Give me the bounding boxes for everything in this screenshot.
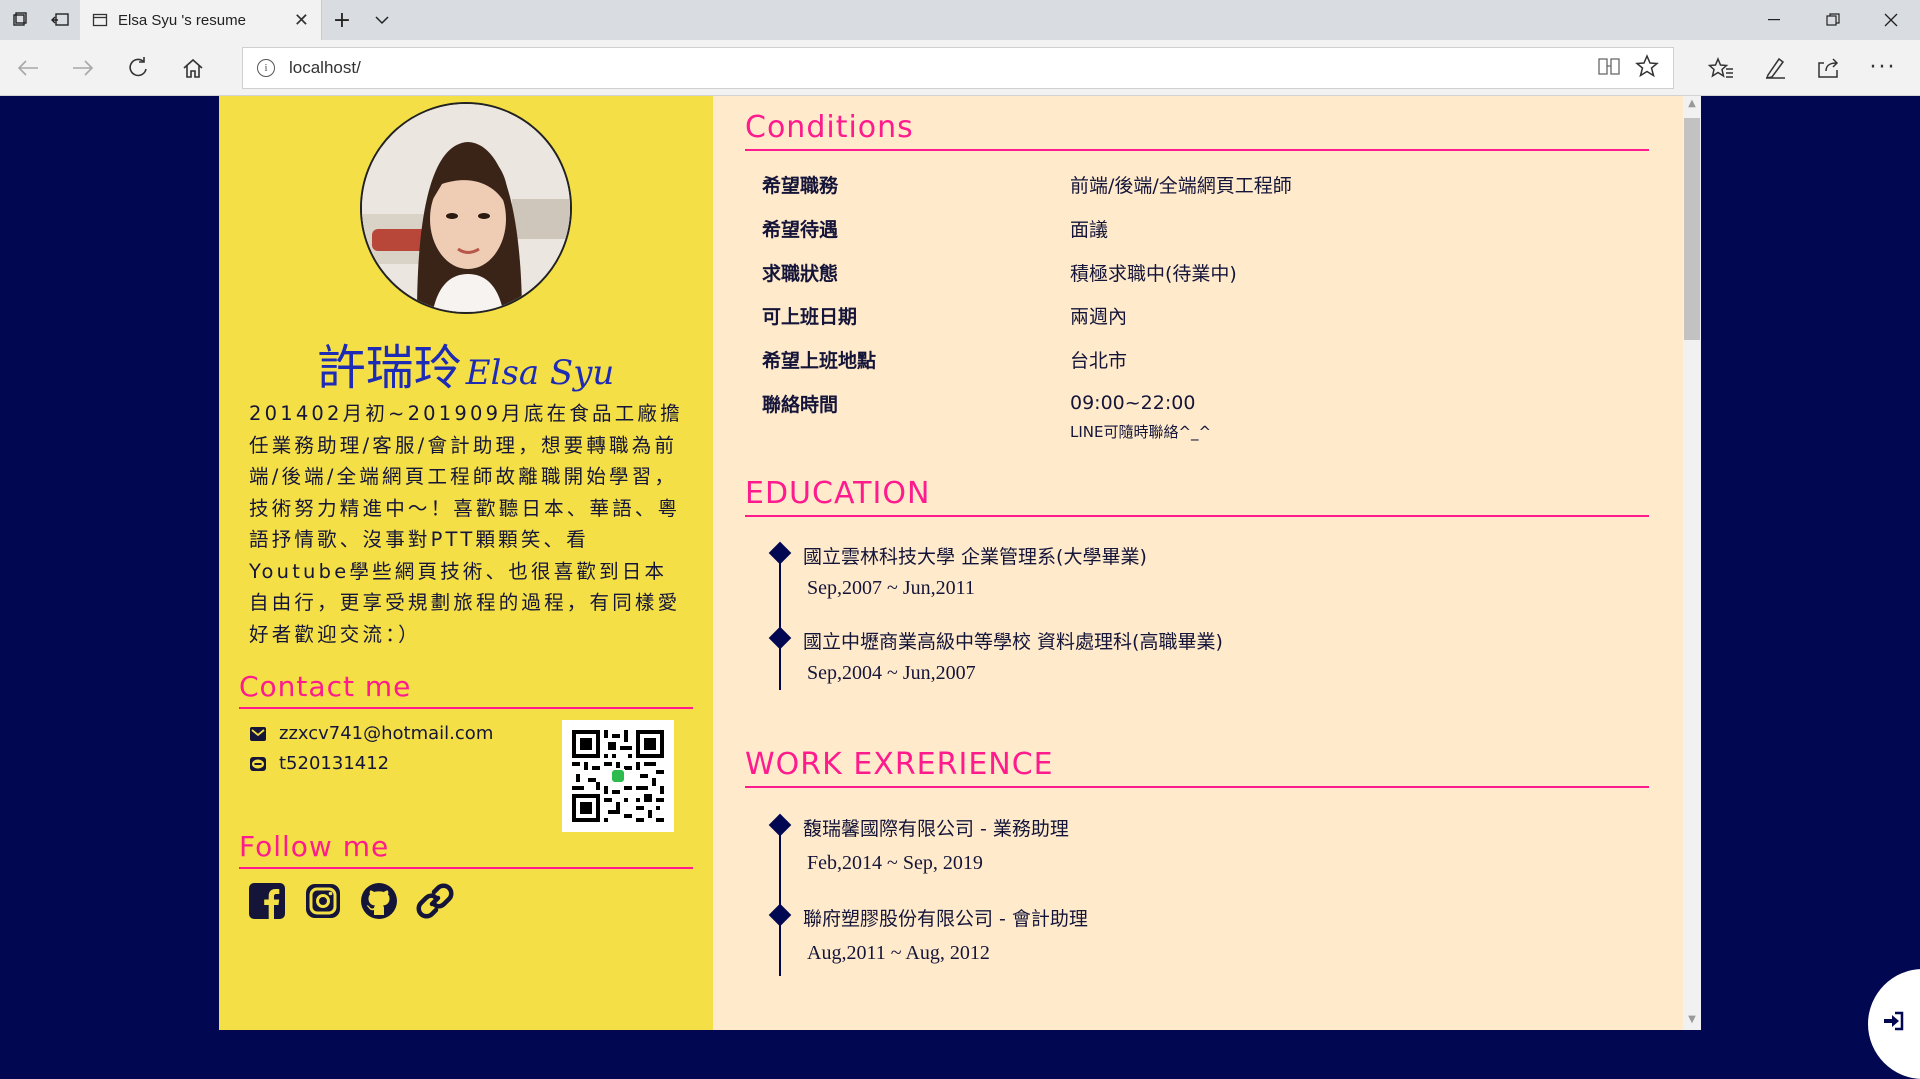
- education-heading: EDUCATION: [745, 476, 1649, 517]
- github-icon[interactable]: [360, 882, 398, 920]
- condition-value: 兩週內: [1070, 306, 1128, 328]
- condition-value: 面議: [1070, 219, 1109, 241]
- condition-value: 前端/後端/全端網頁工程師: [1070, 175, 1292, 197]
- line-id-text: t520131412: [279, 753, 390, 774]
- tab-title: Elsa Syu 's resume: [118, 11, 246, 29]
- back-icon[interactable]: [0, 40, 55, 96]
- scrollbar-thumb[interactable]: [1684, 118, 1700, 340]
- line-row: t520131412: [249, 753, 389, 774]
- floating-login-button[interactable]: [1868, 969, 1920, 1079]
- refresh-icon[interactable]: [110, 40, 165, 96]
- condition-label: 可上班日期: [762, 306, 858, 328]
- envelope-icon: [249, 726, 267, 742]
- forward-icon[interactable]: [55, 40, 110, 96]
- name-heading: 許瑞玲 Elsa Syu: [219, 328, 713, 398]
- conditions-heading: Conditions: [745, 110, 1649, 151]
- chevron-down-icon[interactable]: [362, 0, 402, 40]
- close-window-icon[interactable]: [1862, 0, 1920, 40]
- condition-value: 積極求職中(待業中): [1070, 263, 1237, 285]
- condition-label: 聯絡時間: [762, 394, 839, 416]
- main-content: Conditions 希望職務 前端/後端/全端網頁工程師 希望待遇 面議 求職…: [713, 96, 1683, 1030]
- link-icon[interactable]: [416, 882, 454, 920]
- reading-view-icon[interactable]: [1597, 56, 1621, 80]
- favorite-star-icon[interactable]: [1635, 53, 1659, 82]
- browser-tab-bar: Elsa Syu 's resume ✕ +: [0, 0, 1920, 40]
- sign-in-icon: [1882, 1011, 1904, 1036]
- page-scrollbar[interactable]: ▲ ▼: [1683, 96, 1701, 1030]
- more-icon[interactable]: ···: [1856, 40, 1910, 96]
- timeline-dot: [768, 813, 792, 837]
- timeline-dot: [768, 903, 792, 927]
- scroll-down-icon[interactable]: ▼: [1683, 1014, 1701, 1025]
- education-title: 國立雲林科技大學 企業管理系(大學畢業): [803, 546, 1147, 568]
- facebook-icon[interactable]: [248, 882, 286, 920]
- education-timeline: [779, 554, 781, 690]
- condition-label: 求職狀態: [762, 263, 839, 285]
- tab-actions-icon[interactable]: [0, 0, 40, 40]
- social-links: [248, 882, 454, 920]
- education-title: 國立中壢商業高級中等學校 資料處理科(高職畢業): [803, 631, 1223, 653]
- education-date: Sep,2004 ~ Jun,2007: [807, 662, 976, 684]
- condition-note: LINE可隨時聯絡^_^: [1070, 423, 1212, 441]
- url-text[interactable]: localhost/: [289, 58, 1583, 78]
- name-chinese: 許瑞玲: [317, 340, 462, 396]
- follow-heading: Follow me: [239, 830, 693, 869]
- contact-heading: Contact me: [239, 670, 693, 709]
- info-icon[interactable]: i: [257, 58, 275, 77]
- email-text[interactable]: zzxcv741@hotmail.com: [279, 723, 493, 744]
- work-title: 馥瑞馨國際有限公司 - 業務助理: [803, 818, 1069, 840]
- new-tab-icon[interactable]: +: [322, 0, 362, 40]
- favorites-icon[interactable]: [1694, 40, 1748, 96]
- instagram-icon[interactable]: [304, 882, 342, 920]
- avatar: [360, 102, 572, 314]
- email-row: zzxcv741@hotmail.com: [249, 723, 493, 744]
- minimize-icon[interactable]: [1746, 0, 1804, 40]
- condition-label: 希望待遇: [762, 219, 839, 241]
- address-field[interactable]: i localhost/: [242, 46, 1674, 89]
- sidebar: 許瑞玲 Elsa Syu 201402月初~201909月底在食品工廠擔任業務助理…: [219, 96, 713, 1030]
- share-icon[interactable]: [1802, 40, 1856, 96]
- education-date: Sep,2007 ~ Jun,2011: [807, 577, 975, 599]
- condition-label: 希望職務: [762, 175, 839, 197]
- close-tab-icon[interactable]: ✕: [294, 10, 309, 31]
- line-app-icon: [249, 756, 267, 772]
- timeline-dot: [768, 541, 792, 565]
- address-bar-row: i localhost/ ···: [0, 40, 1920, 96]
- bio-text: 201402月初~201909月底在食品工廠擔任業務助理/客服/會計助理，想要轉…: [249, 402, 683, 646]
- work-date: Feb,2014 ~ Sep, 2019: [807, 852, 983, 874]
- line-qr-code: [562, 720, 674, 832]
- page: 許瑞玲 Elsa Syu 201402月初~201909月底在食品工廠擔任業務助理…: [0, 96, 1920, 1079]
- work-timeline: [779, 826, 781, 976]
- work-title: 聯府塑膠股份有限公司 - 會計助理: [803, 908, 1088, 930]
- timeline-dot: [768, 626, 792, 650]
- work-heading: WORK EXRERIENCE: [745, 747, 1649, 788]
- scroll-up-icon[interactable]: ▲: [1683, 98, 1701, 109]
- condition-value: 09:00~22:00: [1070, 392, 1196, 414]
- page-icon: [92, 13, 108, 27]
- tabs-aside-icon[interactable]: [40, 0, 80, 40]
- condition-value: 台北市: [1070, 350, 1128, 372]
- condition-label: 希望上班地點: [762, 350, 877, 372]
- restore-icon[interactable]: [1804, 0, 1862, 40]
- work-date: Aug,2011 ~ Aug, 2012: [807, 942, 990, 964]
- pen-icon[interactable]: [1748, 40, 1802, 96]
- home-icon[interactable]: [165, 40, 220, 96]
- tab-active[interactable]: Elsa Syu 's resume ✕: [80, 0, 322, 40]
- name-english: Elsa Syu: [465, 353, 615, 393]
